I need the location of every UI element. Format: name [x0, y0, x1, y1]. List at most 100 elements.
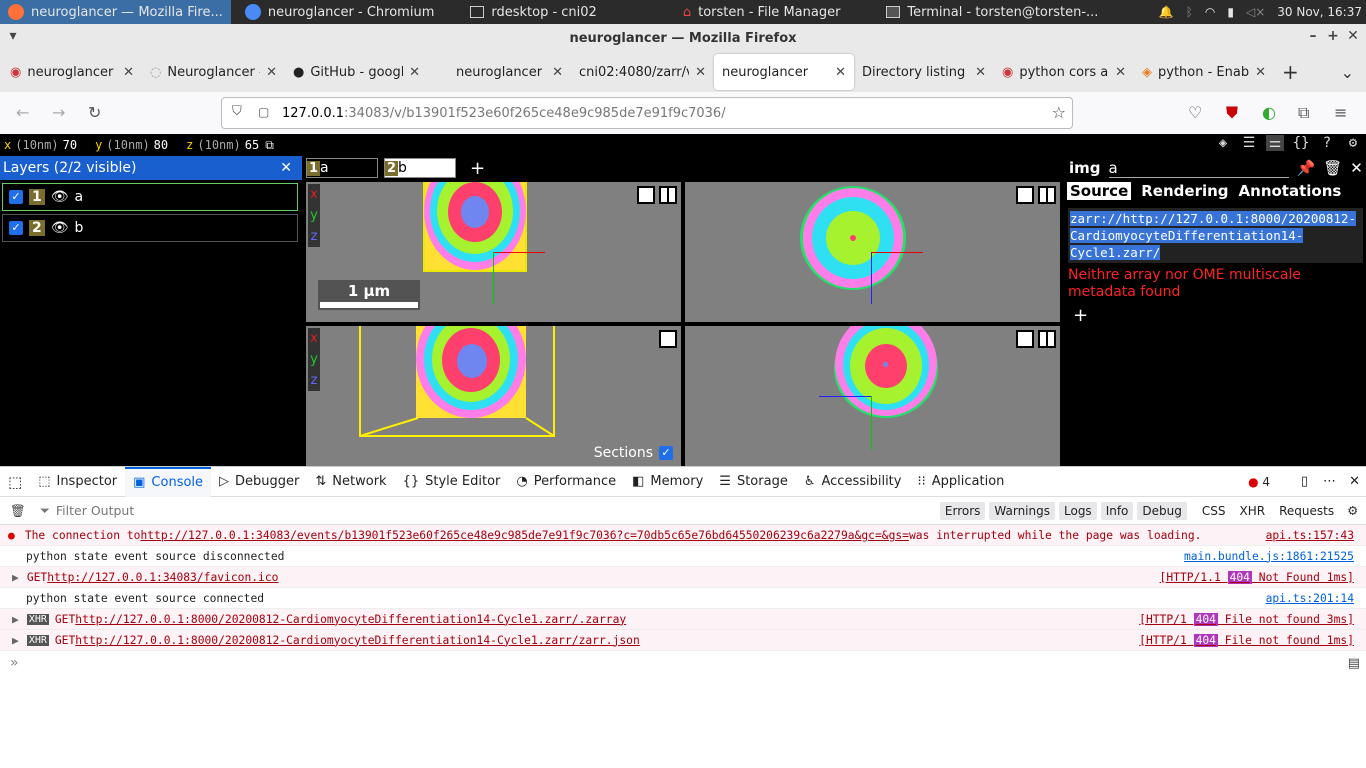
- layer-row[interactable]: ✓ 2 👁 b: [2, 214, 298, 242]
- wifi-icon[interactable]: ◠: [1205, 5, 1215, 19]
- back-icon[interactable]: ←: [16, 103, 29, 122]
- tab-close-icon[interactable]: ✕: [695, 65, 706, 80]
- maximize-panel-icon[interactable]: [1016, 330, 1034, 348]
- more-options-icon[interactable]: ⋯: [1323, 474, 1336, 489]
- tab-rendering[interactable]: Rendering: [1141, 182, 1228, 200]
- close-icon[interactable]: ✕: [280, 160, 292, 176]
- maximize-icon[interactable]: +: [1324, 28, 1342, 44]
- browser-tab[interactable]: ● GitHub - googl ✕: [285, 54, 428, 90]
- layout-split-icon[interactable]: [659, 186, 677, 204]
- layers-icon[interactable]: ◈: [1214, 135, 1232, 151]
- close-window-icon[interactable]: ✕: [1344, 28, 1362, 44]
- trash-icon[interactable]: 🗑: [1323, 159, 1342, 177]
- panel-yz[interactable]: [685, 326, 1060, 466]
- coord-value-y[interactable]: 80: [154, 138, 168, 152]
- ublock-icon[interactable]: ⛊: [1226, 103, 1238, 123]
- window-menu-icon[interactable]: ▾: [4, 28, 22, 44]
- taskbar-item-filemanager[interactable]: ⌂ torsten - File Manager: [675, 0, 849, 24]
- new-tab-icon[interactable]: +: [1282, 60, 1299, 84]
- panel-xy[interactable]: xyz 1 µm: [306, 182, 681, 322]
- layer-visible-checkbox[interactable]: ✓: [9, 190, 23, 204]
- volume-icon[interactable]: ◁×: [1246, 5, 1265, 19]
- filter-output-input[interactable]: Filter Output: [56, 503, 936, 518]
- tab-network[interactable]: ⇅ Network: [307, 467, 394, 497]
- coord-value-x[interactable]: 70: [63, 138, 77, 152]
- hamburger-menu-icon[interactable]: ≡: [1334, 103, 1347, 122]
- trash-icon[interactable]: 🗑: [0, 503, 36, 519]
- message-link[interactable]: http://127.0.0.1:8000/20200812-Cardiomyo…: [75, 634, 640, 647]
- taskbar-item-firefox[interactable]: neuroglancer — Mozilla Fire...: [0, 0, 231, 24]
- layer-type[interactable]: img: [1069, 159, 1101, 177]
- element-picker-icon[interactable]: ⬚: [0, 473, 30, 491]
- maximize-panel-icon[interactable]: [637, 186, 655, 204]
- source-url-input[interactable]: zarr://http://127.0.0.1:8000/20200812-Ca…: [1068, 208, 1363, 263]
- minimize-icon[interactable]: –: [1304, 28, 1322, 44]
- console-message-network[interactable]: ▶ XHR GET http://127.0.0.1:8000/20200812-…: [0, 609, 1366, 630]
- console-settings-icon[interactable]: ⚙: [1347, 503, 1358, 518]
- tab-accessibility[interactable]: ♿ Accessibility: [796, 467, 910, 497]
- filter-css-button[interactable]: CSS: [1197, 502, 1231, 520]
- pin-icon[interactable]: 📌: [1297, 159, 1316, 177]
- layer-tab[interactable]: 1a: [306, 158, 378, 178]
- bookmark-star-icon[interactable]: ☆: [1052, 103, 1066, 122]
- filter-info-button[interactable]: Info: [1100, 501, 1134, 520]
- browser-tab-active[interactable]: neuroglancer ✕: [714, 54, 854, 90]
- bell-icon[interactable]: 🔔: [1159, 5, 1174, 19]
- message-source-link[interactable]: [HTTP/1 404 File not found 3ms]: [1139, 612, 1354, 626]
- filter-xhr-button[interactable]: XHR: [1235, 502, 1271, 520]
- tab-source[interactable]: Source: [1067, 182, 1132, 200]
- extensions-icon[interactable]: ⧉: [1298, 103, 1309, 123]
- taskbar-item-terminal[interactable]: Terminal - torsten@torsten-...: [878, 0, 1106, 24]
- page-info-icon[interactable]: ▢: [258, 105, 269, 119]
- console-input-row[interactable]: » ▤: [0, 651, 1366, 675]
- add-layer-icon[interactable]: +: [470, 158, 485, 179]
- filter-requests-button[interactable]: Requests: [1274, 502, 1339, 520]
- browser-tab[interactable]: neuroglancer ✕: [428, 54, 571, 90]
- message-source-link[interactable]: [HTTP/1.1 404 Not Found 1ms]: [1160, 570, 1354, 584]
- add-source-icon[interactable]: +: [1073, 305, 1366, 326]
- json-state-icon[interactable]: {}: [1292, 135, 1310, 151]
- layer-visible-checkbox[interactable]: ✓: [9, 221, 23, 235]
- tab-close-icon[interactable]: ✕: [123, 65, 134, 80]
- layer-row[interactable]: ✓ 1 👁 a: [2, 183, 298, 211]
- dock-icon[interactable]: ▯: [1301, 474, 1308, 489]
- tab-close-icon[interactable]: ✕: [409, 65, 420, 80]
- tab-performance[interactable]: ◔ Performance: [508, 467, 624, 497]
- expand-arrow-icon[interactable]: ▶: [12, 571, 19, 584]
- tab-debugger[interactable]: ▷ Debugger: [211, 467, 307, 497]
- url-bar[interactable]: ⛉ ▢ 127.0.0.1:34083/v/b13901f523e60f265c…: [221, 97, 1073, 129]
- sections-toggle[interactable]: Sections ✓: [594, 445, 673, 461]
- panel-3d[interactable]: xyz Sections ✓: [306, 326, 681, 466]
- expand-arrow-icon[interactable]: ▶: [12, 613, 19, 626]
- extension-green-icon[interactable]: ◐: [1262, 103, 1276, 122]
- list-tabs-icon[interactable]: ⌄: [1341, 63, 1354, 82]
- message-source-link[interactable]: api.ts:157:43: [1266, 529, 1354, 542]
- forward-icon[interactable]: →: [52, 103, 65, 122]
- message-link[interactable]: http://127.0.0.1:34083/favicon.ico: [47, 571, 278, 584]
- split-console-icon[interactable]: ▤: [1348, 656, 1360, 671]
- pocket-icon[interactable]: ♡: [1188, 103, 1202, 122]
- maximize-panel-icon[interactable]: [659, 330, 677, 348]
- tab-console[interactable]: ▣ Console: [125, 466, 212, 497]
- tab-application[interactable]: ⁝⁝ Application: [909, 467, 1012, 497]
- shield-icon[interactable]: ⛉: [232, 104, 242, 119]
- message-link[interactable]: http://127.0.0.1:8000/20200812-Cardiomyo…: [75, 613, 626, 626]
- tab-close-icon[interactable]: ✕: [835, 65, 846, 80]
- panel-xz[interactable]: [685, 182, 1060, 322]
- settings-sliders-icon[interactable]: ⚌: [1266, 135, 1284, 151]
- expand-arrow-icon[interactable]: ▶: [12, 634, 19, 647]
- battery-icon[interactable]: ▮: [1227, 5, 1234, 19]
- message-link[interactable]: http://127.0.0.1:34083/events/b13901f523…: [140, 529, 909, 542]
- tab-annotations[interactable]: Annotations: [1239, 182, 1342, 200]
- message-source-link[interactable]: main.bundle.js:1861:21525: [1184, 550, 1354, 563]
- filter-errors-button[interactable]: Errors: [939, 501, 986, 520]
- message-source-link[interactable]: api.ts:201:14: [1266, 592, 1354, 605]
- close-devtools-icon[interactable]: ✕: [1349, 474, 1360, 489]
- gear-icon[interactable]: ⚙: [1344, 135, 1362, 151]
- layer-list-icon[interactable]: ☰: [1240, 135, 1258, 151]
- filter-warnings-button[interactable]: Warnings: [989, 501, 1055, 520]
- filter-logs-button[interactable]: Logs: [1059, 501, 1097, 520]
- clock[interactable]: 30 Nov, 16:37: [1277, 5, 1362, 19]
- coord-value-z[interactable]: 65: [245, 138, 259, 152]
- tab-inspector[interactable]: ⬚ Inspector: [30, 467, 125, 497]
